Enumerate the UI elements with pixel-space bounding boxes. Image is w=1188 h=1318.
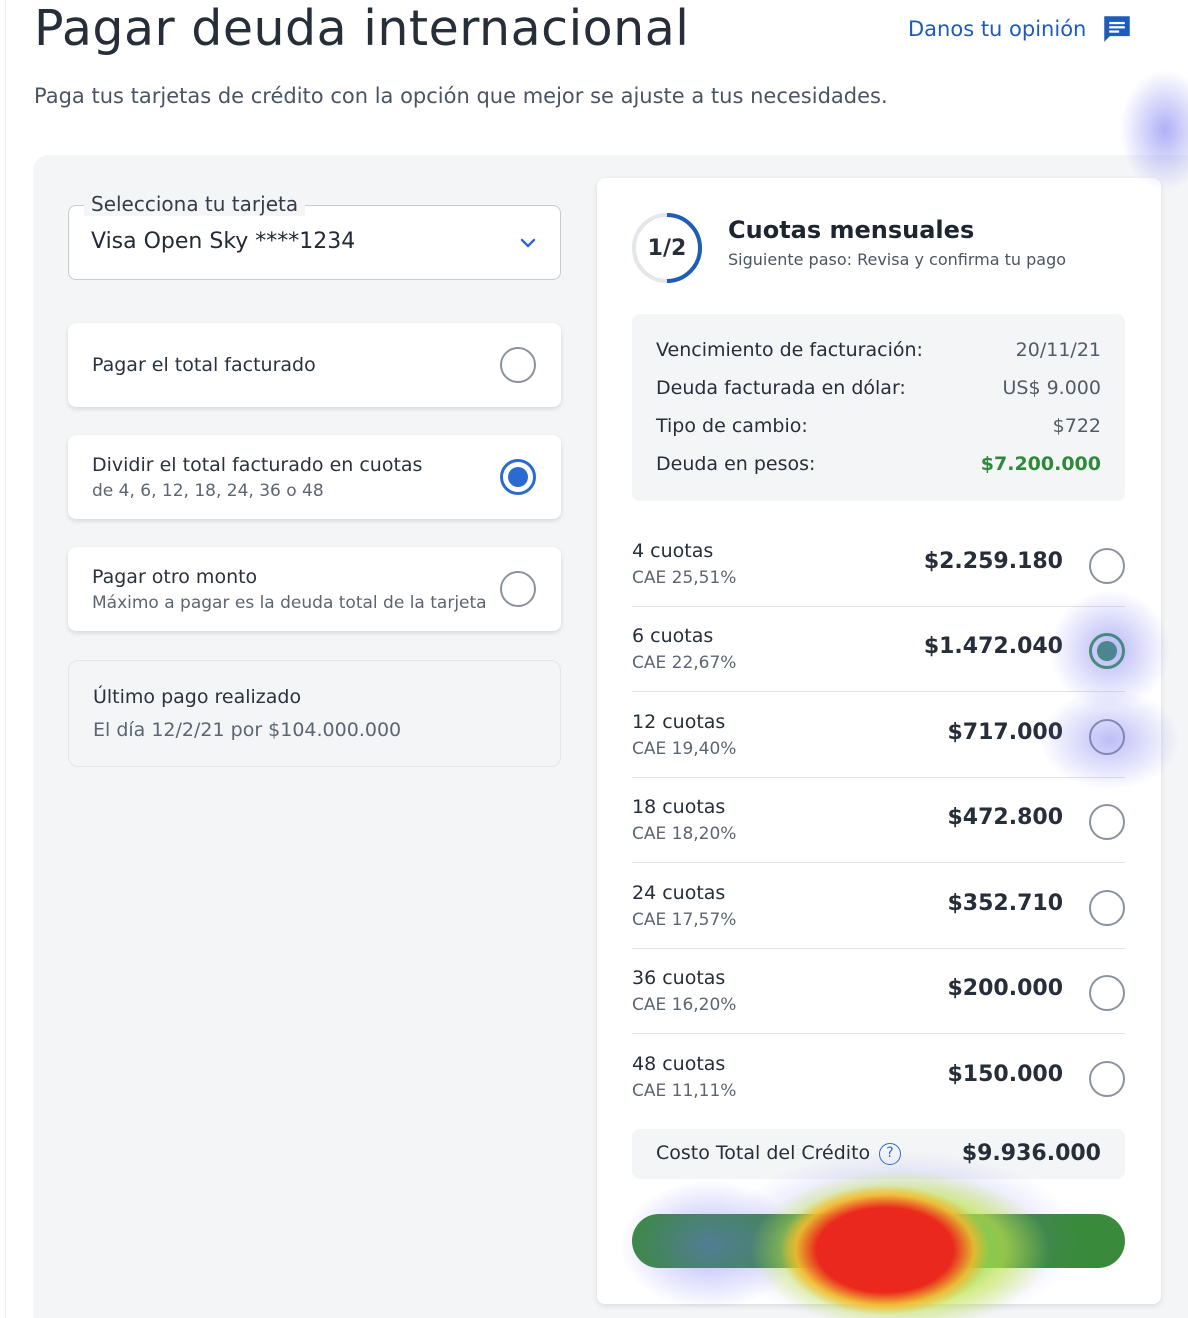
- feedback-link[interactable]: Danos tu opinión: [908, 12, 1134, 46]
- installment-count: 48 cuotas: [632, 1053, 726, 1075]
- card-select-label: Selecciona tu tarjeta: [84, 192, 306, 216]
- total-credit-cost: Costo Total del Crédito ? $9.936.000: [632, 1129, 1125, 1179]
- installment-count: 6 cuotas: [632, 625, 714, 647]
- installment-amount: $2.259.180: [923, 549, 1063, 574]
- last-payment-detail: El día 12/2/21 por $104.000.000: [93, 719, 402, 741]
- installment-cae: CAE 19,40%: [632, 739, 737, 759]
- installment-radio-selected[interactable]: [1089, 633, 1125, 669]
- installment-cae: CAE 18,20%: [632, 824, 737, 844]
- installment-amount: $352.710: [947, 891, 1063, 916]
- installment-radio[interactable]: [1089, 890, 1125, 926]
- option-pay-installments[interactable]: Dividir el total facturado en cuotas de …: [68, 435, 561, 519]
- summary-row: Deuda facturada en dólar: US$ 9.000: [656, 377, 1101, 407]
- option-title: Dividir el total facturado en cuotas: [92, 454, 423, 476]
- installment-row[interactable]: 48 cuotas CAE 11,11% $150.000: [632, 1034, 1125, 1120]
- step-indicator: 1/2: [647, 235, 687, 261]
- summary-label: Tipo de cambio:: [656, 415, 808, 437]
- installment-row[interactable]: 18 cuotas CAE 18,20% $472.800: [632, 777, 1125, 863]
- summary-label: Deuda facturada en dólar:: [656, 377, 906, 399]
- installment-amount: $1.472.040: [923, 634, 1063, 659]
- installment-radio[interactable]: [1089, 1061, 1125, 1097]
- installment-radio[interactable]: [1089, 804, 1125, 840]
- installment-cae: CAE 11,11%: [632, 1081, 737, 1101]
- installment-count: 36 cuotas: [632, 967, 726, 989]
- question-circle-icon[interactable]: ?: [879, 1143, 901, 1165]
- summary-label: Vencimiento de facturación:: [656, 339, 923, 361]
- step-next: Siguiente paso: Revisa y confirma tu pag…: [728, 250, 1067, 269]
- total-credit-label: Costo Total del Crédito: [656, 1142, 871, 1164]
- installment-row[interactable]: 12 cuotas CAE 19,40% $717.000: [632, 692, 1125, 778]
- option-title: Pagar el total facturado: [92, 354, 316, 376]
- summary-row: Deuda en pesos: $7.200.000: [656, 453, 1101, 483]
- summary-row: Vencimiento de facturación: 20/11/21: [656, 339, 1101, 369]
- last-payment-title: Último pago realizado: [93, 686, 302, 708]
- installments-card: 1/2 Cuotas mensuales Siguiente paso: Rev…: [597, 178, 1161, 1304]
- installment-row[interactable]: 36 cuotas CAE 16,20% $200.000: [632, 948, 1125, 1034]
- chevron-down-icon: [520, 238, 536, 248]
- installment-cae: CAE 16,20%: [632, 995, 737, 1015]
- installment-row[interactable]: 6 cuotas CAE 22,67% $1.472.040: [632, 606, 1125, 692]
- step-title: Cuotas mensuales: [728, 216, 975, 244]
- installment-amount: $150.000: [947, 1062, 1063, 1087]
- page-left-border: [5, 0, 6, 1318]
- summary-value: $722: [1052, 415, 1101, 437]
- installment-count: 12 cuotas: [632, 711, 726, 733]
- page-subtitle: Paga tus tarjetas de crédito con la opci…: [34, 84, 888, 108]
- installment-row[interactable]: 4 cuotas CAE 25,51% $2.259.180: [632, 521, 1125, 607]
- installment-amount: $717.000: [947, 720, 1063, 745]
- total-credit-value: $9.936.000: [961, 1141, 1101, 1166]
- installment-cae: CAE 22,67%: [632, 653, 737, 673]
- summary-label: Deuda en pesos:: [656, 453, 816, 475]
- option-title: Pagar otro monto: [92, 566, 258, 588]
- last-payment-box: Último pago realizado El día 12/2/21 por…: [68, 660, 561, 767]
- summary-value-highlight: $7.200.000: [980, 453, 1101, 475]
- summary-value: 20/11/21: [1015, 339, 1101, 361]
- installment-amount: $472.800: [947, 805, 1063, 830]
- installment-count: 18 cuotas: [632, 796, 726, 818]
- installment-count: 4 cuotas: [632, 540, 714, 562]
- summary-row: Tipo de cambio: $722: [656, 415, 1101, 445]
- installment-row[interactable]: 24 cuotas CAE 17,57% $352.710: [632, 863, 1125, 949]
- option-subtitle: Máximo a pagar es la deuda total de la t…: [92, 593, 487, 613]
- installment-cae: CAE 17,57%: [632, 910, 737, 930]
- option-subtitle: de 4, 6, 12, 18, 24, 36 o 48: [92, 481, 324, 501]
- card-select-value: Visa Open Sky ****1234: [91, 229, 356, 254]
- installment-radio[interactable]: [1089, 719, 1125, 755]
- installment-count: 24 cuotas: [632, 882, 726, 904]
- chat-bubble-icon: [1104, 16, 1131, 42]
- billing-summary: Vencimiento de facturación: 20/11/21 Deu…: [632, 314, 1125, 501]
- summary-value: US$ 9.000: [1002, 377, 1102, 399]
- installment-cae: CAE 25,51%: [632, 568, 737, 588]
- feedback-label: Danos tu opinión: [908, 17, 1087, 41]
- option-pay-total[interactable]: Pagar el total facturado: [68, 323, 561, 407]
- option-radio-selected[interactable]: [500, 459, 536, 495]
- installment-radio[interactable]: [1089, 975, 1125, 1011]
- option-radio[interactable]: [500, 571, 536, 607]
- card-select[interactable]: Visa Open Sky ****1234: [68, 205, 561, 280]
- option-radio[interactable]: [500, 347, 536, 383]
- continue-button[interactable]: [632, 1214, 1125, 1268]
- installment-radio[interactable]: [1089, 548, 1125, 584]
- option-pay-other-amount[interactable]: Pagar otro monto Máximo a pagar es la de…: [68, 547, 561, 631]
- page-title: Pagar deuda internacional: [34, 0, 690, 57]
- installment-amount: $200.000: [947, 976, 1063, 1001]
